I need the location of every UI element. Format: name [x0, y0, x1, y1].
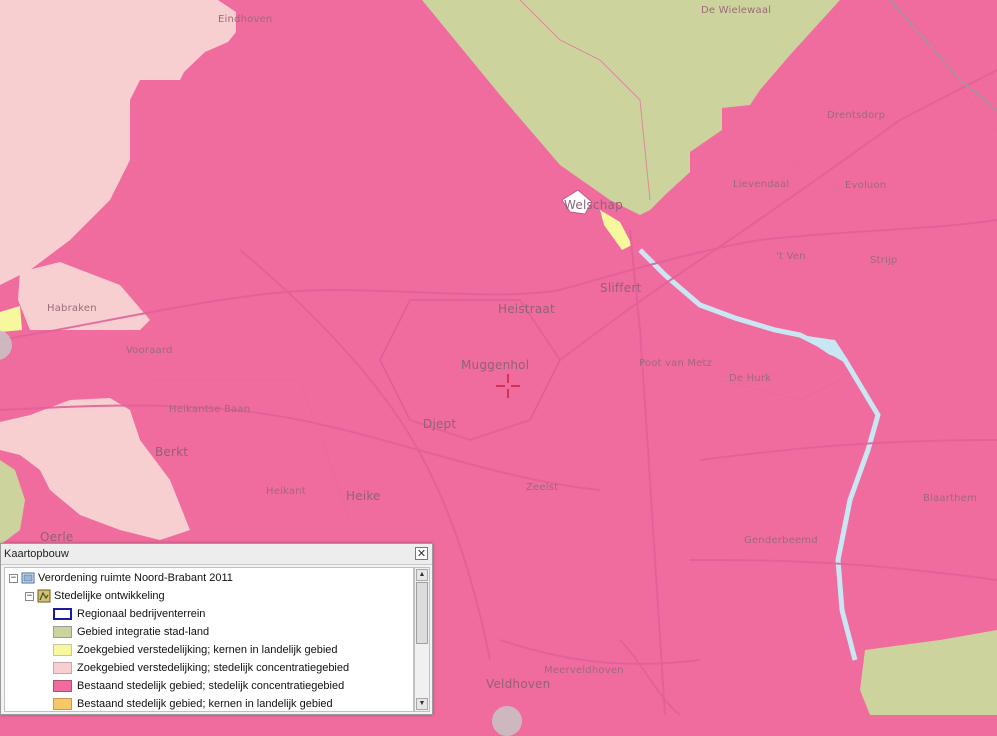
legend-swatch — [53, 608, 72, 620]
layer-group-icon — [37, 589, 51, 603]
place-poot-van-metz: Poot van Metz — [639, 358, 713, 369]
layer-tree: − Verordening ruimte Noord-Brabant 2011 … — [4, 567, 414, 712]
tree-group[interactable]: − Stedelijke ontwikkeling — [25, 587, 165, 605]
place-berkt: Berkt — [155, 445, 189, 459]
legend-item: Bestaand stedelijk gebied; stedelijk con… — [53, 677, 344, 695]
tree-root[interactable]: − Verordening ruimte Noord-Brabant 2011 — [9, 569, 233, 587]
legend-label: Regionaal bedrijventerrein — [77, 608, 206, 620]
tree-group-label: Stedelijke ontwikkeling — [54, 590, 165, 602]
legend-label: Bestaand stedelijk gebied; stedelijk con… — [77, 680, 345, 692]
legend-label: Bestaand stedelijk gebied; kernen in lan… — [77, 698, 333, 710]
layer-panel: Kaartopbouw ✕ − Verordening ruimte Noord… — [0, 543, 433, 715]
place-blaarthem: Blaarthem — [923, 493, 977, 504]
map-service-icon — [21, 572, 35, 584]
legend-item: Zoekgebied verstedelijking; kernen in la… — [53, 641, 338, 659]
place-heike: Heike — [346, 489, 381, 503]
place-oerle: Oerle — [40, 530, 74, 544]
scroll-up-button[interactable]: ▲ — [416, 569, 428, 581]
place-heistraat: Heistraat — [498, 302, 555, 316]
place-zeelst: Zeelst — [526, 482, 559, 493]
legend-swatch — [53, 680, 72, 692]
legend-swatch — [53, 644, 72, 656]
scroll-down-button[interactable]: ▼ — [416, 698, 428, 710]
place-de-hurk: De Hurk — [729, 373, 772, 384]
legend-swatch — [53, 626, 72, 638]
place-eindhoven: Eindhoven — [218, 14, 273, 25]
legend-swatch — [53, 698, 72, 710]
place-evoluon: Evoluon — [845, 180, 887, 191]
pan-down-button[interactable] — [492, 706, 522, 736]
legend-label: Gebied integratie stad-land — [77, 626, 210, 638]
collapse-icon[interactable]: − — [9, 573, 18, 583]
legend-item: Gebied integratie stad-land — [53, 623, 209, 641]
place-heikant: Heikant — [266, 486, 306, 497]
close-icon[interactable]: ✕ — [415, 547, 428, 560]
place-djept: Djept — [423, 417, 457, 431]
place-de-wielewaal: De Wielewaal — [701, 5, 772, 16]
place-muggenhol: Muggenhol — [461, 358, 530, 372]
legend-item: Regionaal bedrijventerrein — [53, 605, 205, 623]
legend-label: Zoekgebied verstedelijking; kernen in la… — [77, 644, 338, 656]
place-genderbeemd: Genderbeemd — [744, 535, 818, 546]
place-t-ven: 't Ven — [776, 251, 806, 262]
place-heikantse-baan: Heikantse Baan — [169, 404, 251, 415]
tree-root-label: Verordening ruimte Noord-Brabant 2011 — [38, 572, 233, 584]
legend-item: Zoekgebied verstedelijking; stedelijk co… — [53, 659, 349, 677]
place-welschap: Welschap — [564, 198, 623, 212]
layer-panel-title: Kaartopbouw — [4, 548, 69, 560]
collapse-icon[interactable]: − — [25, 591, 34, 601]
layer-tree-scrollbar[interactable]: ▲ ▼ — [414, 567, 430, 712]
scroll-thumb[interactable] — [416, 582, 428, 644]
place-strijp: Strijp — [870, 255, 898, 266]
crosshair-icon — [496, 374, 520, 398]
place-veldhoven: Veldhoven — [486, 677, 551, 691]
place-vooraard: Vooraard — [126, 345, 173, 356]
place-lievendaal: Lievendaal — [733, 179, 790, 190]
legend-label: Zoekgebied verstedelijking; stedelijk co… — [77, 662, 350, 674]
layer-panel-header[interactable]: Kaartopbouw ✕ — [1, 544, 432, 565]
place-habraken: Habraken — [47, 303, 97, 314]
place-drentsdorp: Drentsdorp — [827, 110, 886, 121]
legend-swatch — [53, 662, 72, 674]
legend-item: Bestaand stedelijk gebied; kernen in lan… — [53, 695, 333, 711]
place-meerveldhoven: Meerveldhoven — [544, 665, 624, 676]
place-sliffert: Sliffert — [600, 281, 642, 295]
